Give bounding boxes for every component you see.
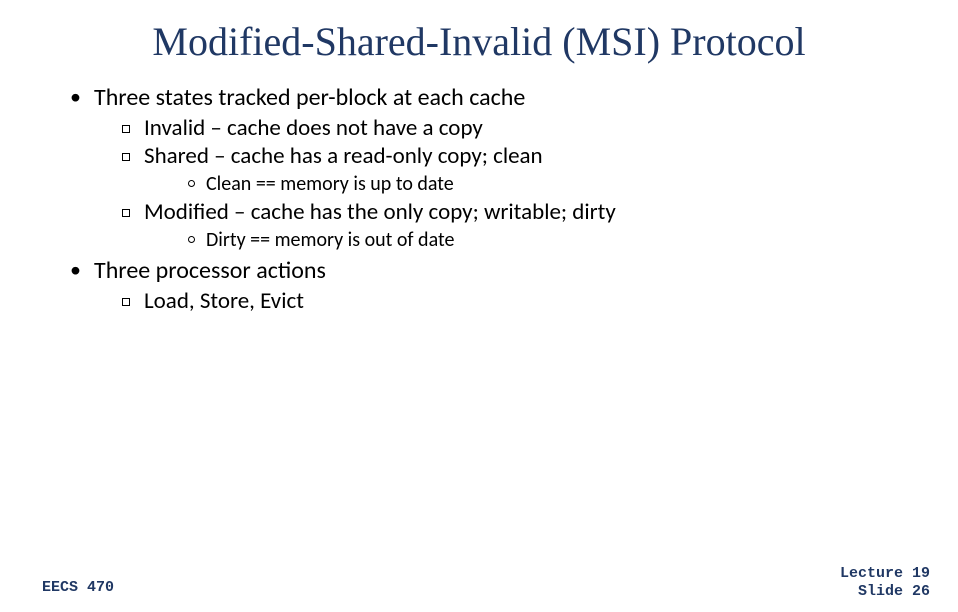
footer-course-code: EECS 470 [42,579,114,596]
bullet-level1: Three states tracked per-block at each c… [70,83,898,252]
footer-slide-info: Lecture 19 Slide 26 [840,565,930,603]
bullet-level2: Modified – cache has the only copy; writ… [122,198,898,252]
bullet-level3: Dirty == memory is out of date [188,228,898,252]
bullet-text: Three processor actions [94,256,326,285]
bullet-level2: Shared – cache has a read-only copy; cle… [122,142,898,196]
footer-lecture-number: Lecture 19 [840,565,930,584]
footer-slide-number: Slide 26 [840,583,930,602]
slide-content: Three states tracked per-block at each c… [0,65,958,315]
bullet-text: Three states tracked per-block at each c… [94,83,525,112]
bullet-text: Dirty == memory is out of date [206,228,454,252]
bullet-level1: Three processor actions Load, Store, Evi… [70,256,898,315]
bullet-level3: Clean == memory is up to date [188,172,898,196]
bullet-text: Shared – cache has a read-only copy; cle… [144,142,543,170]
bullet-level2: Load, Store, Evict [122,287,898,315]
bullet-level2: Invalid – cache does not have a copy [122,114,898,142]
slide-title: Modified-Shared-Invalid (MSI) Protocol [0,0,958,65]
bullet-text: Load, Store, Evict [144,287,304,315]
bullet-text: Modified – cache has the only copy; writ… [144,198,616,226]
bullet-text: Clean == memory is up to date [206,172,454,196]
bullet-text: Invalid – cache does not have a copy [144,114,483,142]
